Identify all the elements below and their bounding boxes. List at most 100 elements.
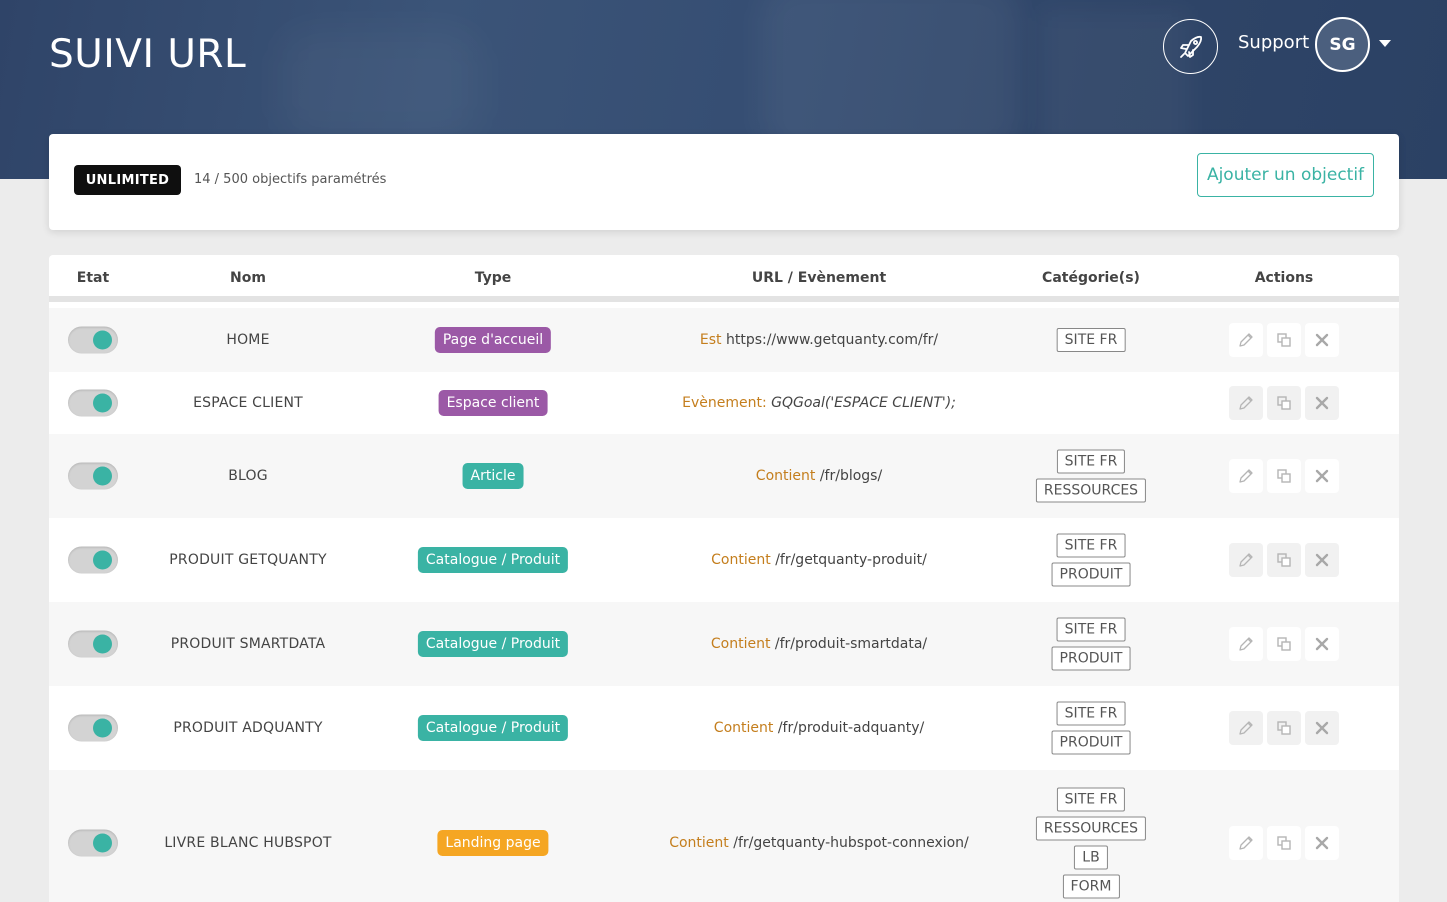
status-cell — [68, 714, 118, 742]
close-icon — [1315, 333, 1329, 347]
delete-button[interactable] — [1305, 825, 1339, 860]
banner-decoration — [280, 30, 480, 140]
status-toggle[interactable] — [68, 326, 118, 354]
delete-button[interactable] — [1305, 459, 1339, 493]
delete-button[interactable] — [1305, 323, 1339, 357]
edit-button[interactable] — [1229, 711, 1263, 745]
rocket-button[interactable] — [1163, 19, 1218, 74]
edit-button[interactable] — [1229, 627, 1263, 661]
objective-name: ESPACE CLIENT — [193, 395, 303, 411]
duplicate-icon — [1277, 637, 1291, 651]
table-header: Etat Nom Type URL / Evènement Catégorie(s) Ac… — [49, 255, 1399, 302]
table-row: BLOG Article Contient /fr/blogs/SITE FR RES… — [49, 434, 1399, 518]
objective-name: HOME — [226, 332, 270, 348]
status-cell — [68, 630, 118, 658]
duplicate-icon — [1277, 835, 1291, 850]
url-cell: Est https://www.getquanty.com/fr/ — [700, 332, 938, 348]
duplicate-button[interactable] — [1267, 825, 1301, 860]
category-tag: SITE FR — [1056, 328, 1126, 352]
duplicate-button[interactable] — [1267, 459, 1301, 493]
match-operator: Contient — [711, 552, 771, 568]
type-badge: Espace client — [438, 390, 548, 416]
actions-cell — [1229, 543, 1339, 577]
type-cell: Page d'accueil — [434, 327, 552, 353]
close-icon — [1315, 721, 1329, 735]
pencil-icon — [1239, 721, 1253, 735]
status-toggle[interactable] — [68, 389, 118, 417]
category-tag: RESSOURCES — [1035, 478, 1147, 503]
category-tag: SITE FR — [1056, 533, 1126, 558]
match-value: /fr/produit-smartdata/ — [774, 636, 928, 652]
col-type-header: Type — [474, 270, 512, 286]
add-objective-button[interactable]: Ajouter un objectif — [1197, 153, 1374, 197]
status-cell — [68, 389, 118, 417]
url-cell: Contient /fr/produit-adquanty/ — [714, 720, 924, 736]
actions-cell — [1229, 627, 1339, 661]
type-cell: Espace client — [438, 390, 548, 416]
objectives-table: Etat Nom Type URL / Evènement Catégorie(s) Ac… — [49, 255, 1399, 902]
actions-cell — [1229, 323, 1339, 357]
objective-name: PRODUIT ADQUANTY — [173, 720, 323, 736]
status-toggle[interactable] — [68, 714, 118, 742]
delete-button[interactable] — [1305, 711, 1339, 745]
actions-cell — [1229, 459, 1339, 493]
duplicate-button[interactable] — [1267, 543, 1301, 577]
status-toggle[interactable] — [68, 462, 118, 490]
toggle-knob — [93, 634, 112, 654]
duplicate-button[interactable] — [1267, 711, 1301, 745]
pencil-icon — [1239, 637, 1253, 651]
status-cell — [68, 829, 118, 856]
actions-cell — [1229, 386, 1339, 420]
close-icon — [1315, 553, 1329, 567]
col-nom-header: Nom — [230, 270, 266, 286]
categories-cell: SITE FR — [1056, 328, 1126, 352]
type-badge: Catalogue / Produit — [417, 547, 569, 573]
match-operator: Contient — [669, 834, 729, 851]
delete-button[interactable] — [1305, 627, 1339, 661]
duplicate-button[interactable] — [1267, 323, 1301, 357]
table-row: PRODUIT GETQUANTY Catalogue / Produit Cont… — [49, 518, 1399, 602]
status-toggle[interactable] — [68, 630, 118, 658]
type-badge: Article — [462, 463, 524, 489]
table-row: PRODUIT ADQUANTY Catalogue / Produit Conti… — [49, 686, 1399, 770]
match-operator: Evènement: — [682, 395, 767, 411]
delete-button[interactable] — [1305, 386, 1339, 420]
categories-cell: SITE FR PRODUIT — [1051, 533, 1131, 587]
type-badge: Catalogue / Produit — [417, 631, 569, 657]
edit-button[interactable] — [1229, 386, 1263, 420]
match-value: https://www.getquanty.com/fr/ — [725, 332, 939, 348]
duplicate-icon — [1277, 469, 1291, 483]
table-row: ESPACE CLIENT Espace client Evènement: GQG… — [49, 372, 1399, 434]
url-cell: Evènement: GQGoal('ESPACE CLIENT'); — [682, 395, 956, 411]
status-toggle[interactable] — [68, 546, 118, 574]
caret-down-icon[interactable] — [1379, 40, 1391, 47]
duplicate-button[interactable] — [1267, 386, 1301, 420]
url-cell: Contient /fr/getquanty-produit/ — [711, 552, 927, 568]
edit-button[interactable] — [1229, 543, 1263, 577]
match-operator: Contient — [755, 468, 816, 484]
edit-button[interactable] — [1229, 825, 1263, 860]
objective-name: LIVRE BLANC HUBSPOT — [164, 834, 332, 851]
col-categories-header: Catégorie(s) — [1042, 270, 1140, 286]
toggle-knob — [93, 718, 112, 738]
edit-button[interactable] — [1229, 459, 1263, 493]
type-cell: Article — [462, 463, 524, 489]
delete-button[interactable] — [1305, 543, 1339, 577]
objective-name: PRODUIT SMARTDATA — [170, 636, 326, 652]
support-link[interactable]: Support — [1238, 32, 1309, 53]
status-toggle[interactable] — [68, 829, 118, 856]
duplicate-icon — [1277, 396, 1291, 410]
category-tag: PRODUIT — [1051, 646, 1131, 671]
status-cell — [68, 462, 118, 490]
table-row: LIVRE BLANC HUBSPOT Landing page Contient … — [49, 770, 1399, 902]
toggle-knob — [93, 466, 112, 486]
categories-cell: SITE FR RESSOURCES LB FORM — [1035, 787, 1147, 898]
type-cell: Catalogue / Produit — [417, 631, 569, 657]
edit-button[interactable] — [1229, 323, 1263, 357]
col-url-header: URL / Evènement — [751, 270, 887, 286]
avatar[interactable]: SG — [1315, 17, 1370, 72]
rocket-icon — [1179, 35, 1202, 58]
duplicate-button[interactable] — [1267, 627, 1301, 661]
status-cell — [68, 546, 118, 574]
category-tag: RESSOURCES — [1035, 816, 1147, 840]
